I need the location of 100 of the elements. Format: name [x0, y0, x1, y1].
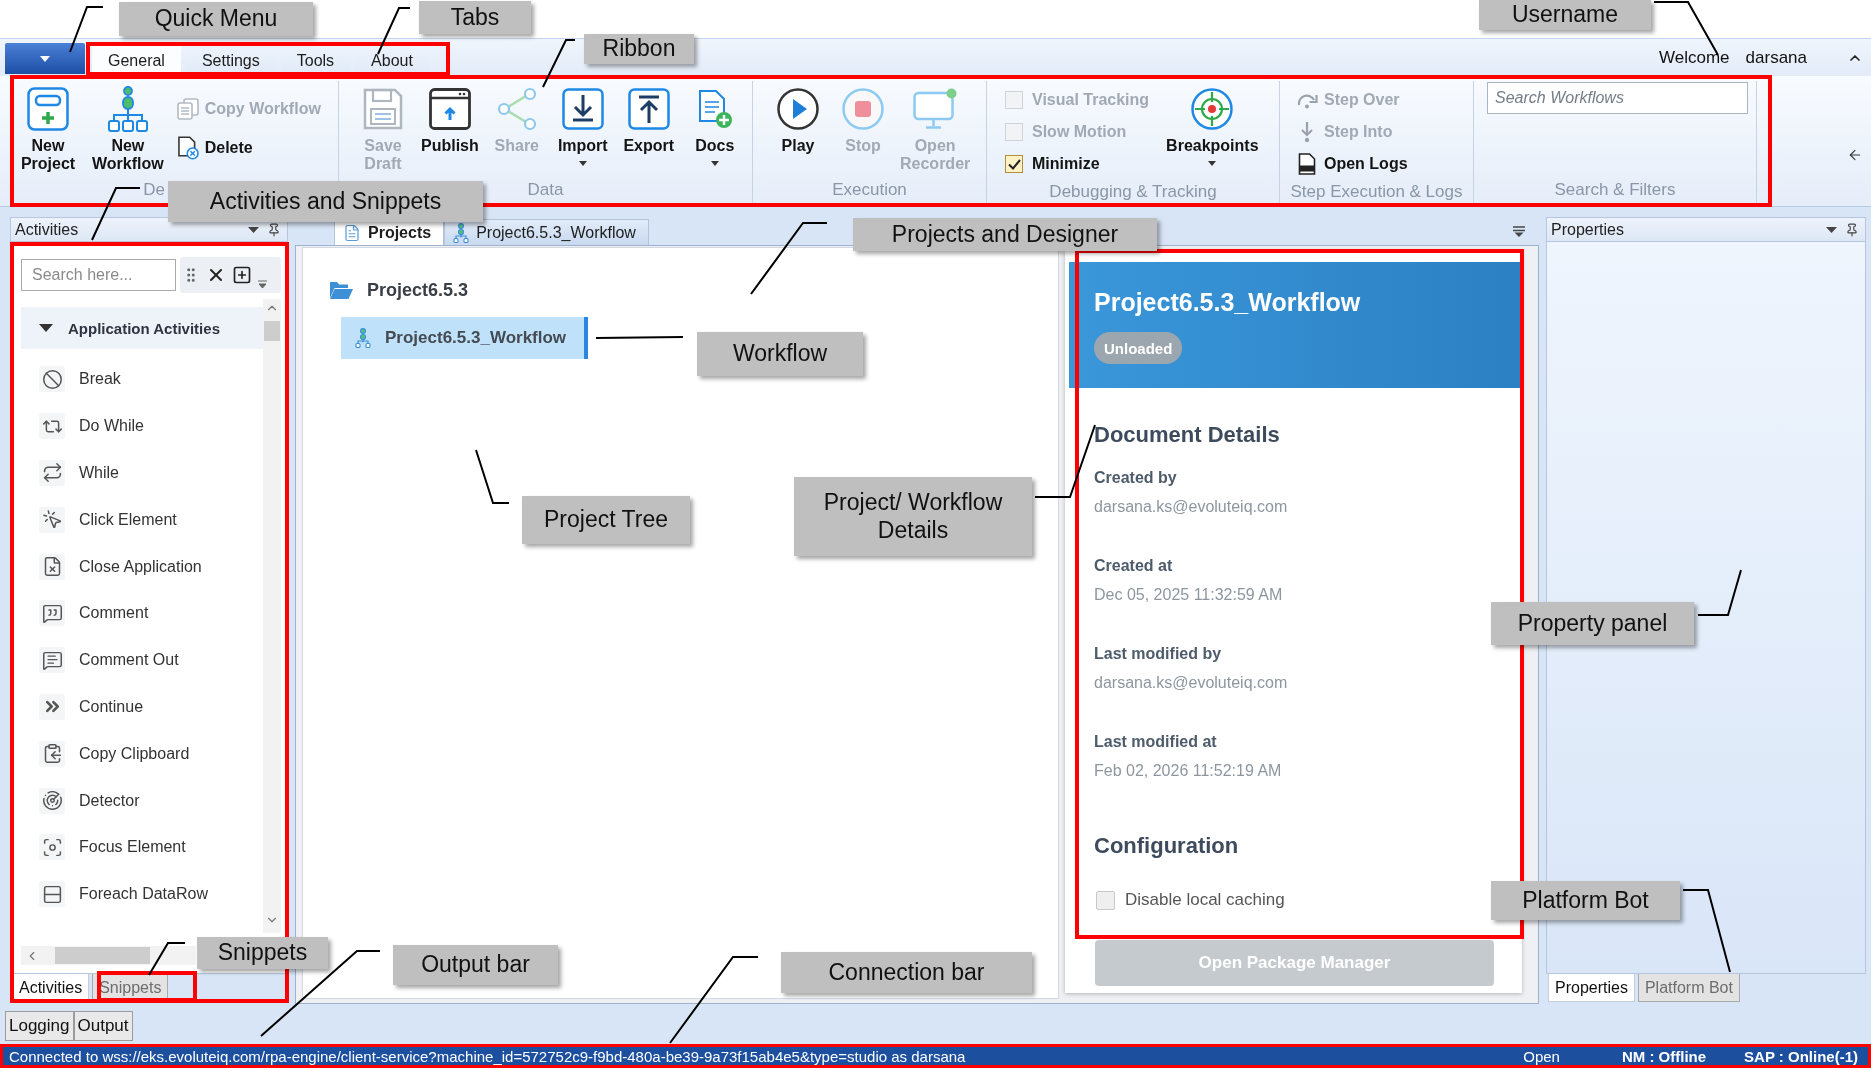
field-label: Created by	[1094, 468, 1178, 488]
activity-item[interactable]: Focus Element	[21, 823, 263, 871]
activity-item[interactable]: Close Application	[21, 543, 263, 590]
activity-item[interactable]: While	[21, 449, 263, 497]
node-tree-icon	[355, 328, 371, 348]
scrollbar-thumb[interactable]	[264, 321, 280, 341]
ribbon-button[interactable]: Publish	[418, 81, 482, 155]
document-add-icon	[696, 89, 733, 129]
panel-title: Properties	[1551, 220, 1624, 239]
overflow-icon[interactable]	[258, 280, 267, 289]
callout-label: Project/ Workflow Details	[794, 477, 1032, 556]
connection-status-text: Connected to wss://eks.evoluteiq.com/rpa-engine/client-service?machine_id=572752c9-f9bd-480a-be39-9a73f15ab4e5&type=studio as darsana	[9, 1047, 966, 1065]
callout-label: Tabs	[419, 1, 531, 34]
ribbon-button[interactable]: Breakpoints	[1163, 81, 1262, 166]
panel-title: Activities	[15, 220, 79, 239]
double-chevron-icon	[39, 693, 65, 720]
activity-item[interactable]: Comment Out	[21, 636, 263, 684]
activity-item[interactable]: Break	[21, 356, 263, 403]
search-field[interactable]: Search here...	[21, 259, 176, 291]
activity-item[interactable]: Do While	[21, 402, 263, 450]
file-x-icon	[39, 553, 65, 580]
field-value: Dec 05, 2025 11:32:59 AM	[1094, 585, 1284, 605]
log-file-icon	[1298, 153, 1316, 175]
activity-item[interactable]: Copy Clipboard	[21, 730, 263, 778]
cursor-click-icon	[39, 506, 65, 533]
callout-label: Connection bar	[781, 952, 1032, 993]
leader-line	[475, 449, 510, 504]
export-icon	[627, 88, 670, 130]
field-value: darsana.ks@evoluteiq.com	[1094, 673, 1289, 693]
sap-status-text: SAP : Online(-1)	[1744, 1047, 1858, 1065]
callout-label: Ribbon	[584, 34, 694, 64]
activity-item[interactable]: Foreach DataRow	[21, 870, 263, 918]
ribbon-button[interactable]: Export	[617, 81, 680, 155]
leader-line	[1697, 569, 1742, 616]
leader-line	[542, 39, 576, 88]
document-plus-icon	[27, 87, 69, 131]
tree-item[interactable]: Project6.5.3	[329, 273, 469, 307]
group-label: Step Execution & Logs	[1290, 182, 1463, 201]
group-label: Search & Filters	[1554, 180, 1676, 199]
ribbon-button[interactable]: Open Logs	[1296, 148, 1412, 180]
quote-bubble-icon	[39, 600, 65, 627]
menu-down-icon[interactable]	[1513, 225, 1525, 237]
ribbon-button[interactable]: Play	[767, 81, 829, 155]
field-label: Created at	[1094, 556, 1174, 576]
field-value: Feb 02, 2026 11:52:19 AM	[1094, 761, 1283, 781]
caret-down-icon[interactable]	[1826, 226, 1837, 233]
monitor-icon	[913, 88, 958, 130]
activity-item[interactable]: Click Element	[21, 496, 263, 544]
checkmark-icon	[1007, 158, 1021, 170]
ribbon-button[interactable]: New Project	[17, 81, 79, 173]
swap-arrows-icon	[39, 413, 65, 440]
ribbon-button[interactable]: Import	[551, 81, 614, 166]
leader-line	[377, 7, 411, 55]
play-icon	[777, 88, 819, 130]
output-tab[interactable]: Output	[73, 1011, 133, 1041]
checkbox[interactable]	[1005, 155, 1023, 173]
callout-label: Output bar	[393, 945, 558, 985]
scrollbar-thumb[interactable]	[55, 947, 150, 964]
document-delete-icon	[176, 136, 199, 160]
checkbox-option[interactable]: Disable local caching	[1094, 890, 1285, 910]
ribbon-button[interactable]: Delete	[176, 132, 325, 164]
pin-icon[interactable]	[1845, 222, 1859, 237]
caret-down-icon	[40, 55, 50, 62]
leader-line	[91, 187, 141, 241]
caret-down-icon	[39, 324, 53, 332]
checkbox[interactable]	[1096, 890, 1115, 910]
caret-down-icon[interactable]	[248, 226, 259, 233]
checkbox-option[interactable]: Minimize	[1005, 148, 1150, 180]
output-tab[interactable]: Logging	[5, 1011, 74, 1041]
group-label: De	[143, 180, 165, 199]
panel-tab[interactable]: Activities	[12, 974, 90, 1002]
panel-tab[interactable]: Properties	[1548, 974, 1635, 1002]
welcome-text: Welcome	[1659, 47, 1730, 68]
username-text: darsana	[1745, 47, 1807, 68]
section-heading: Document Details	[1094, 421, 1281, 449]
node-tree-icon	[107, 86, 148, 132]
activity-item[interactable]: Continue	[21, 683, 263, 731]
ribbon-button[interactable]: New Workflow	[89, 81, 167, 173]
nm-status-text: NM : Offline	[1621, 1047, 1707, 1065]
focus-icon	[39, 834, 65, 861]
copy-icon	[176, 98, 199, 120]
group-label: Execution	[832, 180, 907, 199]
leader-line	[148, 942, 186, 976]
add-square-icon[interactable]	[232, 265, 252, 285]
tree-item[interactable]: Project6.5.3_Workflow	[341, 317, 589, 359]
activity-item[interactable]: Detector	[21, 777, 263, 824]
panel-tab[interactable]: Platform Bot	[1637, 974, 1740, 1002]
field-label: Last modified by	[1094, 644, 1223, 664]
activity-item[interactable]: Comment	[21, 590, 263, 637]
document-tab[interactable]: Project6.5.3_Workflow	[444, 219, 649, 245]
callout-label: Username	[1479, 0, 1651, 30]
card-title: Project6.5.3_Workflow	[1094, 287, 1362, 318]
text-bubble-icon	[39, 647, 65, 674]
ribbon-button[interactable]: Docs	[683, 81, 746, 166]
category-header[interactable]: Application Activities	[21, 307, 263, 349]
search-field[interactable]: Search Workflows	[1487, 82, 1748, 114]
pin-icon[interactable]	[267, 222, 281, 237]
section-heading: Configuration	[1094, 832, 1240, 860]
group-label: Debugging & Tracking	[1049, 182, 1217, 201]
field-label: Last modified at	[1094, 732, 1218, 752]
